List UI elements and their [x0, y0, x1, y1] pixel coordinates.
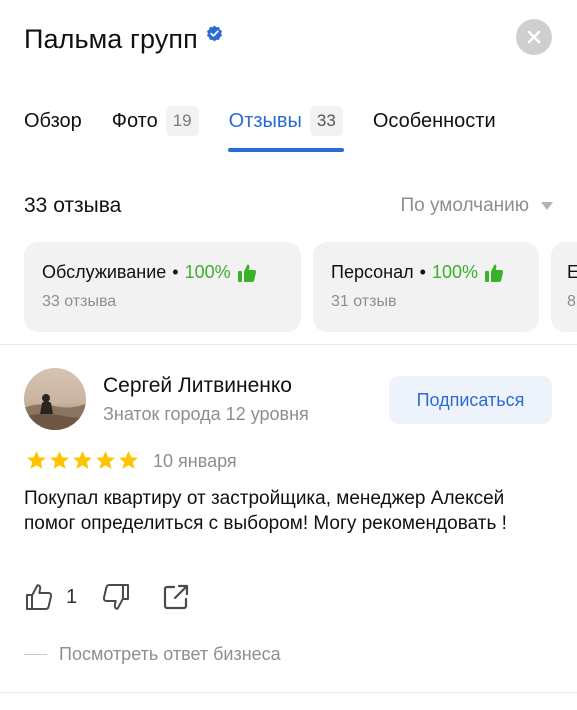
review-actions: 1 — [24, 580, 191, 614]
tab-label: Особенности — [372, 110, 496, 132]
review-author-level: Знаток города 12 уровня — [103, 404, 309, 424]
avatar-photo — [24, 368, 86, 430]
sort-label: По умолчанию — [400, 195, 530, 216]
aspect-percent: 100% — [431, 262, 478, 282]
sort-dropdown[interactable]: По умолчанию — [400, 195, 553, 217]
aspect-card-service[interactable]: Обслуживание • 100% 33 отзыва — [24, 242, 301, 332]
aspect-separator: • — [172, 262, 179, 282]
aspect-name: Персонал — [331, 262, 414, 282]
review-text: Покупал квартиру от застройщика, менедже… — [24, 488, 507, 534]
tab-count-badge: 19 — [165, 106, 199, 136]
subscribe-button[interactable]: Подписаться — [389, 376, 552, 424]
star-icon — [119, 451, 138, 469]
aspect-name: Обслуживание — [42, 262, 167, 282]
verified-check-icon — [206, 25, 222, 41]
tab-photos[interactable]: Фото 19 — [112, 104, 199, 152]
reviews-summary-row: 33 отзыва По умолчанию — [24, 194, 553, 218]
header: Пальма групп — [24, 22, 223, 56]
star-icon — [96, 451, 115, 469]
page-title: Пальма групп — [24, 23, 198, 54]
aspect-review-count: 31 отзыв — [331, 293, 397, 310]
share-icon[interactable] — [161, 582, 191, 612]
chevron-down-icon — [541, 202, 553, 210]
aspect-review-count: 33 отзыва — [42, 293, 117, 310]
aspect-percent: 100% — [184, 262, 231, 282]
rating-stars — [26, 450, 139, 471]
reviews-count: 33 отзыва — [24, 194, 122, 217]
star-icon — [27, 451, 46, 469]
aspect-cards: Обслуживание • 100% 33 отзыва Персонал •… — [24, 242, 577, 332]
tab-label: Обзор — [24, 110, 82, 132]
aspect-card-partial[interactable]: Е 8 — [551, 242, 577, 332]
aspect-review-count: 8 — [567, 293, 576, 310]
aspect-separator: • — [419, 262, 426, 282]
tab-label: Отзывы — [228, 110, 302, 132]
divider — [0, 692, 577, 693]
tab-bar: Обзор Фото 19 Отзывы 33 Особенности — [24, 104, 526, 152]
close-icon — [527, 30, 541, 44]
star-icon — [73, 451, 92, 469]
business-reply-link[interactable]: Посмотреть ответ бизнеса — [24, 644, 281, 665]
thumbs-up-icon — [237, 264, 256, 282]
tab-overview[interactable]: Обзор — [24, 104, 82, 152]
thumbs-up-icon[interactable] — [24, 582, 54, 612]
thumbs-up-icon — [485, 264, 504, 282]
divider — [0, 344, 577, 345]
review-date: 10 января — [153, 451, 237, 471]
tab-label: Фото — [111, 110, 158, 132]
thumbs-down-icon[interactable] — [101, 582, 131, 612]
divider-dash — [24, 654, 47, 655]
tab-features[interactable]: Особенности — [373, 104, 496, 152]
business-reply-label: Посмотреть ответ бизнеса — [59, 644, 281, 664]
star-icon — [50, 451, 69, 469]
tab-count-badge: 33 — [309, 106, 343, 136]
like-count: 1 — [66, 585, 78, 608]
aspect-card-staff[interactable]: Персонал • 100% 31 отзыв — [313, 242, 539, 332]
aspect-name: Е — [567, 262, 577, 282]
close-button[interactable] — [516, 19, 552, 55]
tab-reviews[interactable]: Отзывы 33 — [227, 104, 345, 152]
review-author-name[interactable]: Сергей Литвиненко — [103, 374, 292, 398]
avatar[interactable] — [24, 368, 86, 430]
